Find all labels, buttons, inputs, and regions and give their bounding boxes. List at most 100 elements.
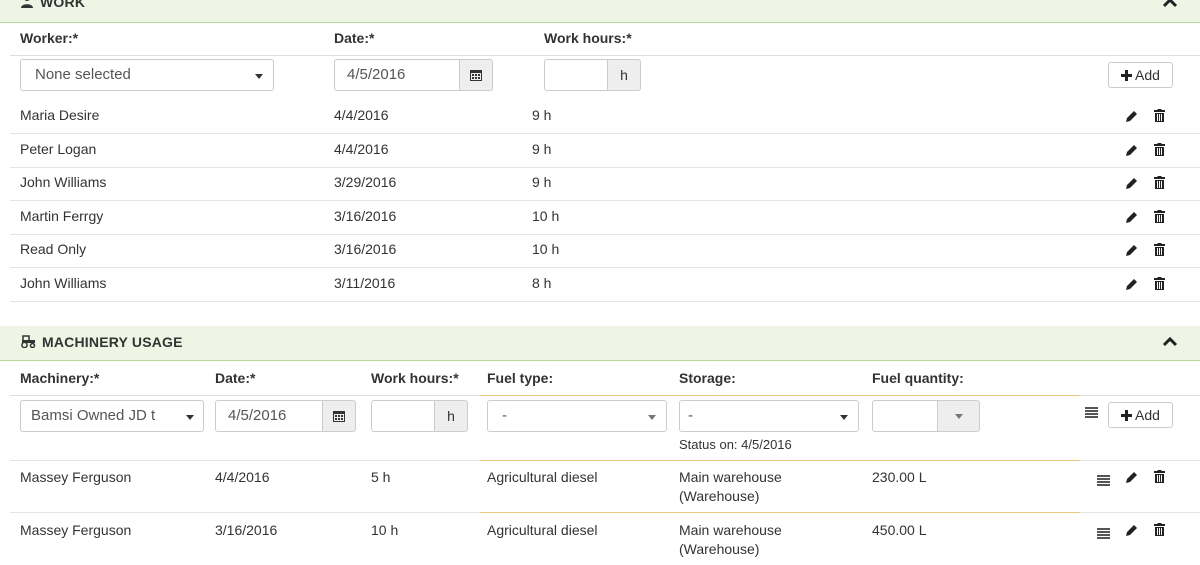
machinery-header: Machinery:* xyxy=(20,370,100,386)
machinery-hours-header: Work hours:* xyxy=(371,370,459,386)
fuel-row-divider xyxy=(480,512,1080,513)
worker-select[interactable]: None selected xyxy=(20,59,274,91)
work-hours-input[interactable] xyxy=(544,59,608,91)
chevron-down-icon xyxy=(255,74,263,79)
machinery-calendar-button[interactable] xyxy=(322,400,356,432)
hours-unit-addon: h xyxy=(607,59,641,91)
trash-icon[interactable] xyxy=(1154,470,1165,486)
machinery-hours-unit-addon: h xyxy=(434,400,468,432)
work-date-input[interactable]: 4/5/2016 xyxy=(334,59,460,91)
row-divider xyxy=(10,301,1200,302)
storage-cell-line1: Main warehouse xyxy=(679,469,782,485)
hours-cell: 10 h xyxy=(532,241,560,258)
pencil-icon[interactable] xyxy=(1125,524,1138,540)
machinery-cell: Massey Ferguson xyxy=(20,522,132,538)
fuel-unit-dropdown[interactable] xyxy=(937,400,980,432)
list-icon[interactable] xyxy=(1097,526,1110,542)
row-divider xyxy=(10,166,1200,168)
pencil-icon[interactable] xyxy=(1125,244,1138,260)
list-icon[interactable] xyxy=(1097,473,1110,489)
work-panel-header: WORK xyxy=(0,0,1200,23)
machinery-header-divider-right xyxy=(1080,395,1200,396)
row-divider xyxy=(10,460,480,461)
calendar-icon xyxy=(333,411,345,422)
date-cell: 3/16/2016 xyxy=(334,207,397,224)
fuel-type-cell: Agricultural diesel xyxy=(487,469,598,485)
date-cell: 3/16/2016 xyxy=(334,241,397,258)
work-title-text: WORK xyxy=(40,0,86,10)
tractor-icon xyxy=(20,335,36,351)
worker-cell: Maria Desire xyxy=(20,107,100,123)
fuel-type-select-value: - xyxy=(502,407,507,424)
worker-select-value: None selected xyxy=(35,66,131,83)
hours-cell: 8 h xyxy=(532,275,552,291)
date-cell: 3/16/2016 xyxy=(215,522,278,538)
row-divider xyxy=(10,267,1200,269)
pencil-icon[interactable] xyxy=(1125,144,1138,160)
work-panel-title: WORK xyxy=(20,0,85,11)
machinery-header-divider-left xyxy=(10,395,480,396)
pencil-icon[interactable] xyxy=(1125,278,1138,294)
list-icon[interactable] xyxy=(1085,407,1098,418)
work-header-divider xyxy=(10,55,1200,56)
machinery-hours-input[interactable] xyxy=(371,400,435,432)
row-divider xyxy=(1080,512,1200,513)
worker-cell: Read Only xyxy=(20,241,87,258)
storage-status-text: Status on: 4/5/2016 xyxy=(679,437,792,452)
machinery-header-divider-fuel xyxy=(480,395,1080,396)
date-header: Date:* xyxy=(334,30,375,46)
date-cell: 4/4/2016 xyxy=(334,107,389,123)
work-add-label: Add xyxy=(1135,67,1160,83)
storage-select[interactable]: - xyxy=(679,400,859,432)
row-divider xyxy=(1080,460,1200,461)
worker-header: Worker:* xyxy=(20,30,79,46)
hours-cell: 9 h xyxy=(532,140,552,157)
worker-cell: Martin Ferrgy xyxy=(20,207,104,224)
date-cell: 3/11/2016 xyxy=(334,275,396,291)
trash-icon[interactable] xyxy=(1154,243,1165,259)
trash-icon[interactable] xyxy=(1154,277,1165,293)
machinery-add-label: Add xyxy=(1135,407,1160,423)
fuel-type-cell: Agricultural diesel xyxy=(487,522,598,538)
plus-icon xyxy=(1121,70,1133,81)
hours-cell: 10 h xyxy=(532,207,560,224)
fuel-quantity-cell: 230.00 L xyxy=(872,469,927,485)
machinery-date-input[interactable]: 4/5/2016 xyxy=(215,400,323,432)
calendar-button[interactable] xyxy=(459,59,493,91)
trash-icon[interactable] xyxy=(1154,142,1165,159)
storage-cell-line2: (Warehouse) xyxy=(679,488,760,504)
trash-icon[interactable] xyxy=(1154,209,1165,226)
row-divider xyxy=(10,233,1200,235)
worker-cell: John Williams xyxy=(20,174,107,191)
trash-icon[interactable] xyxy=(1154,109,1165,125)
hours-cell: 5 h xyxy=(371,469,391,485)
work-add-button[interactable]: Add xyxy=(1108,62,1173,88)
pencil-icon[interactable] xyxy=(1125,211,1138,227)
machinery-add-button[interactable]: Add xyxy=(1108,402,1173,428)
pencil-icon[interactable] xyxy=(1125,177,1138,193)
fuel-quantity-input[interactable] xyxy=(872,400,938,432)
machinery-title-text: MACHINERY USAGE xyxy=(42,334,183,350)
storage-header: Storage: xyxy=(679,370,736,386)
pencil-icon[interactable] xyxy=(1125,471,1138,487)
storage-cell-line2: (Warehouse) xyxy=(679,541,760,557)
chevron-down-icon xyxy=(840,415,848,420)
machinery-select[interactable]: Bamsi Owned JD t xyxy=(20,400,204,432)
row-divider xyxy=(10,133,1200,134)
collapse-chevron-icon[interactable] xyxy=(1162,0,1178,8)
collapse-chevron-icon[interactable] xyxy=(1162,335,1178,347)
chevron-down-icon xyxy=(954,414,963,419)
trash-icon[interactable] xyxy=(1154,176,1165,192)
trash-icon[interactable] xyxy=(1154,523,1165,539)
worker-cell: Peter Logan xyxy=(20,140,97,157)
fuel-quantity-header: Fuel quantity: xyxy=(872,370,964,386)
machinery-select-value: Bamsi Owned JD t xyxy=(31,407,156,424)
machinery-date-header: Date:* xyxy=(215,370,256,386)
fuel-type-select[interactable]: - xyxy=(487,400,667,432)
machinery-panel-title: MACHINERY USAGE xyxy=(20,334,183,351)
row-divider xyxy=(10,200,1200,202)
date-cell: 4/4/2016 xyxy=(215,469,270,485)
chevron-down-icon xyxy=(186,415,194,420)
pencil-icon[interactable] xyxy=(1125,110,1138,126)
fuel-type-header: Fuel type: xyxy=(487,370,554,386)
